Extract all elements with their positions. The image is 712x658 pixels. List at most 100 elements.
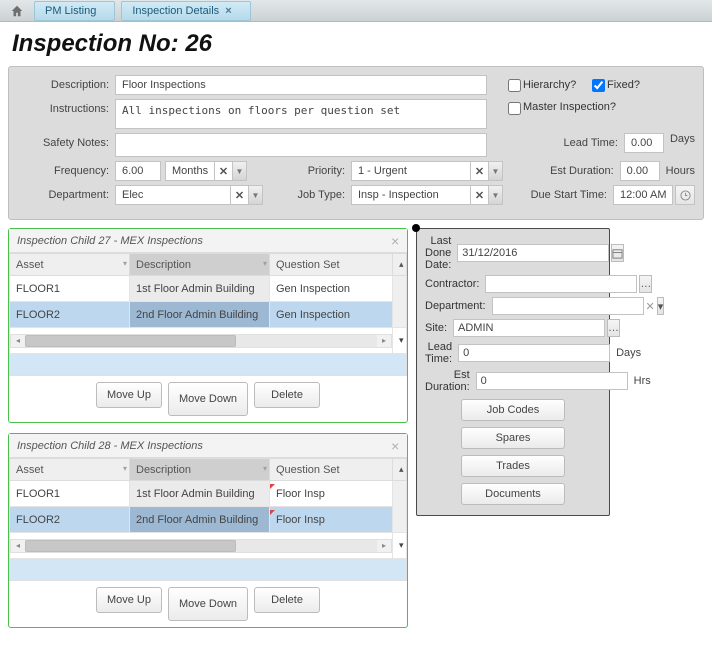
label-department: Department: xyxy=(425,300,492,312)
trades-button[interactable]: Trades xyxy=(461,455,565,477)
col-description[interactable]: Description▾ xyxy=(130,459,270,481)
label-priority: Priority: xyxy=(297,165,351,177)
col-description[interactable]: Description▾ xyxy=(130,254,270,276)
clock-icon[interactable] xyxy=(675,185,695,205)
master-inspection-checkbox[interactable] xyxy=(508,102,521,115)
clear-icon[interactable]: ✕ xyxy=(231,185,249,205)
side-est-duration-input[interactable] xyxy=(476,372,628,390)
scroll-left-icon[interactable]: ◂ xyxy=(11,335,25,347)
cell-description: 2nd Floor Admin Building xyxy=(130,302,270,328)
est-duration-input[interactable] xyxy=(620,161,660,181)
crumb-pm-listing[interactable]: PM Listing xyxy=(34,1,115,21)
table-row[interactable]: FLOOR2 2nd Floor Admin Building Gen Insp… xyxy=(10,302,407,328)
delete-button[interactable]: Delete xyxy=(254,382,320,408)
page-title: Inspection No: 26 xyxy=(0,22,712,66)
scroll-down-button[interactable]: ▾ xyxy=(393,533,407,559)
job-type-input[interactable] xyxy=(351,185,471,205)
safety-notes-input[interactable] xyxy=(115,133,487,157)
child-panel-title: Inspection Child 28 - MEX Inspections xyxy=(17,440,203,452)
table-row[interactable]: FLOOR1 1st Floor Admin Building Floor In… xyxy=(10,481,407,507)
new-row[interactable] xyxy=(9,354,407,376)
chevron-down-icon[interactable]: ▼ xyxy=(489,185,503,205)
move-up-button[interactable]: Move Up xyxy=(96,587,162,613)
frequency-unit-input[interactable] xyxy=(165,161,215,181)
scroll-left-icon[interactable]: ◂ xyxy=(11,540,25,552)
side-department-input[interactable] xyxy=(492,297,644,315)
child-panel-27: Inspection Child 27 - MEX Inspections × … xyxy=(8,228,408,423)
clear-icon[interactable]: ✕ xyxy=(215,161,233,181)
cell-description: 2nd Floor Admin Building xyxy=(130,507,270,533)
chevron-down-icon[interactable]: ▾ xyxy=(123,259,127,268)
department-input[interactable] xyxy=(115,185,231,205)
scroll-up-button[interactable]: ▴ xyxy=(393,254,407,276)
scrollbar-v[interactable] xyxy=(393,481,407,533)
scroll-right-icon[interactable]: ▸ xyxy=(377,540,391,552)
move-up-button[interactable]: Move Up xyxy=(96,382,162,408)
col-asset[interactable]: Asset▾ xyxy=(10,254,130,276)
col-question-set[interactable]: Question Set xyxy=(270,459,393,481)
grid-header-row: Asset▾ Description▾ Question Set ▴ xyxy=(10,254,407,276)
ellipsis-icon[interactable]: … xyxy=(607,319,620,337)
site-input[interactable] xyxy=(453,319,605,337)
chevron-down-icon[interactable]: ▼ xyxy=(489,161,503,181)
clear-icon[interactable]: ✕ xyxy=(471,161,489,181)
frequency-unit-combo[interactable]: ✕ ▼ xyxy=(165,161,247,181)
close-icon[interactable]: × xyxy=(391,438,399,454)
documents-button[interactable]: Documents xyxy=(461,483,565,505)
close-icon[interactable]: × xyxy=(225,5,231,17)
table-row[interactable]: FLOOR2 2nd Floor Admin Building Floor In… xyxy=(10,507,407,533)
job-codes-button[interactable]: Job Codes xyxy=(461,399,565,421)
side-lead-time-input[interactable] xyxy=(458,344,610,362)
move-down-button[interactable]: Move Down xyxy=(168,587,248,621)
last-done-date-input[interactable] xyxy=(457,244,609,262)
hierarchy-checkbox[interactable] xyxy=(508,79,521,92)
contractor-input[interactable] xyxy=(485,275,637,293)
side-panel: Last Done Date: Contractor: … Department… xyxy=(416,228,610,516)
lead-time-input[interactable] xyxy=(624,133,664,153)
new-row[interactable] xyxy=(9,559,407,581)
chevron-down-icon[interactable]: ▾ xyxy=(657,297,665,315)
scroll-down-button[interactable]: ▾ xyxy=(393,328,407,354)
scrollbar-h[interactable]: ◂ ▸ xyxy=(10,334,392,348)
job-type-combo[interactable]: ✕ ▼ xyxy=(351,185,503,205)
scroll-up-button[interactable]: ▴ xyxy=(393,459,407,481)
close-icon[interactable]: × xyxy=(391,233,399,249)
home-icon[interactable] xyxy=(6,0,28,22)
department-combo[interactable]: ✕ ▼ xyxy=(115,185,263,205)
table-row[interactable]: FLOOR1 1st Floor Admin Building Gen Insp… xyxy=(10,276,407,302)
cell-asset: FLOOR1 xyxy=(10,276,130,302)
crumb-inspection-details[interactable]: Inspection Details × xyxy=(121,1,250,21)
label-department: Department: xyxy=(17,189,115,201)
move-down-button[interactable]: Move Down xyxy=(168,382,248,416)
calendar-icon[interactable] xyxy=(611,244,624,262)
col-question-set[interactable]: Question Set xyxy=(270,254,393,276)
scrollbar-h[interactable]: ◂ ▸ xyxy=(10,539,392,553)
spares-button[interactable]: Spares xyxy=(461,427,565,449)
label-hierarchy: Hierarchy? xyxy=(523,79,589,91)
chevron-down-icon[interactable]: ▾ xyxy=(263,259,267,268)
scrollbar-v[interactable] xyxy=(393,276,407,328)
due-start-time-input[interactable] xyxy=(613,185,673,205)
breadcrumb-bar: PM Listing Inspection Details × xyxy=(0,0,712,22)
label-last-done-date: Last Done Date: xyxy=(425,235,457,271)
priority-input[interactable] xyxy=(351,161,471,181)
priority-combo[interactable]: ✕ ▼ xyxy=(351,161,503,181)
clear-icon[interactable]: ✕ xyxy=(471,185,489,205)
frequency-input[interactable] xyxy=(115,161,161,181)
chevron-down-icon[interactable]: ▾ xyxy=(263,464,267,473)
chevron-down-icon[interactable]: ▾ xyxy=(123,464,127,473)
chevron-down-icon[interactable]: ▼ xyxy=(249,185,263,205)
delete-button[interactable]: Delete xyxy=(254,587,320,613)
clear-icon[interactable]: ✕ xyxy=(646,297,655,315)
fixed-checkbox[interactable] xyxy=(592,79,605,92)
cell-description: 1st Floor Admin Building xyxy=(130,276,270,302)
scroll-right-icon[interactable]: ▸ xyxy=(377,335,391,347)
cell-question-set: Gen Inspection xyxy=(270,276,393,302)
ellipsis-icon[interactable]: … xyxy=(639,275,652,293)
label-instructions: Instructions: xyxy=(17,99,115,115)
label-job-type: Job Type: xyxy=(293,189,351,201)
chevron-down-icon[interactable]: ▼ xyxy=(233,161,247,181)
col-asset[interactable]: Asset▾ xyxy=(10,459,130,481)
description-input[interactable] xyxy=(115,75,487,95)
instructions-input[interactable]: All inspections on floors per question s… xyxy=(115,99,487,129)
